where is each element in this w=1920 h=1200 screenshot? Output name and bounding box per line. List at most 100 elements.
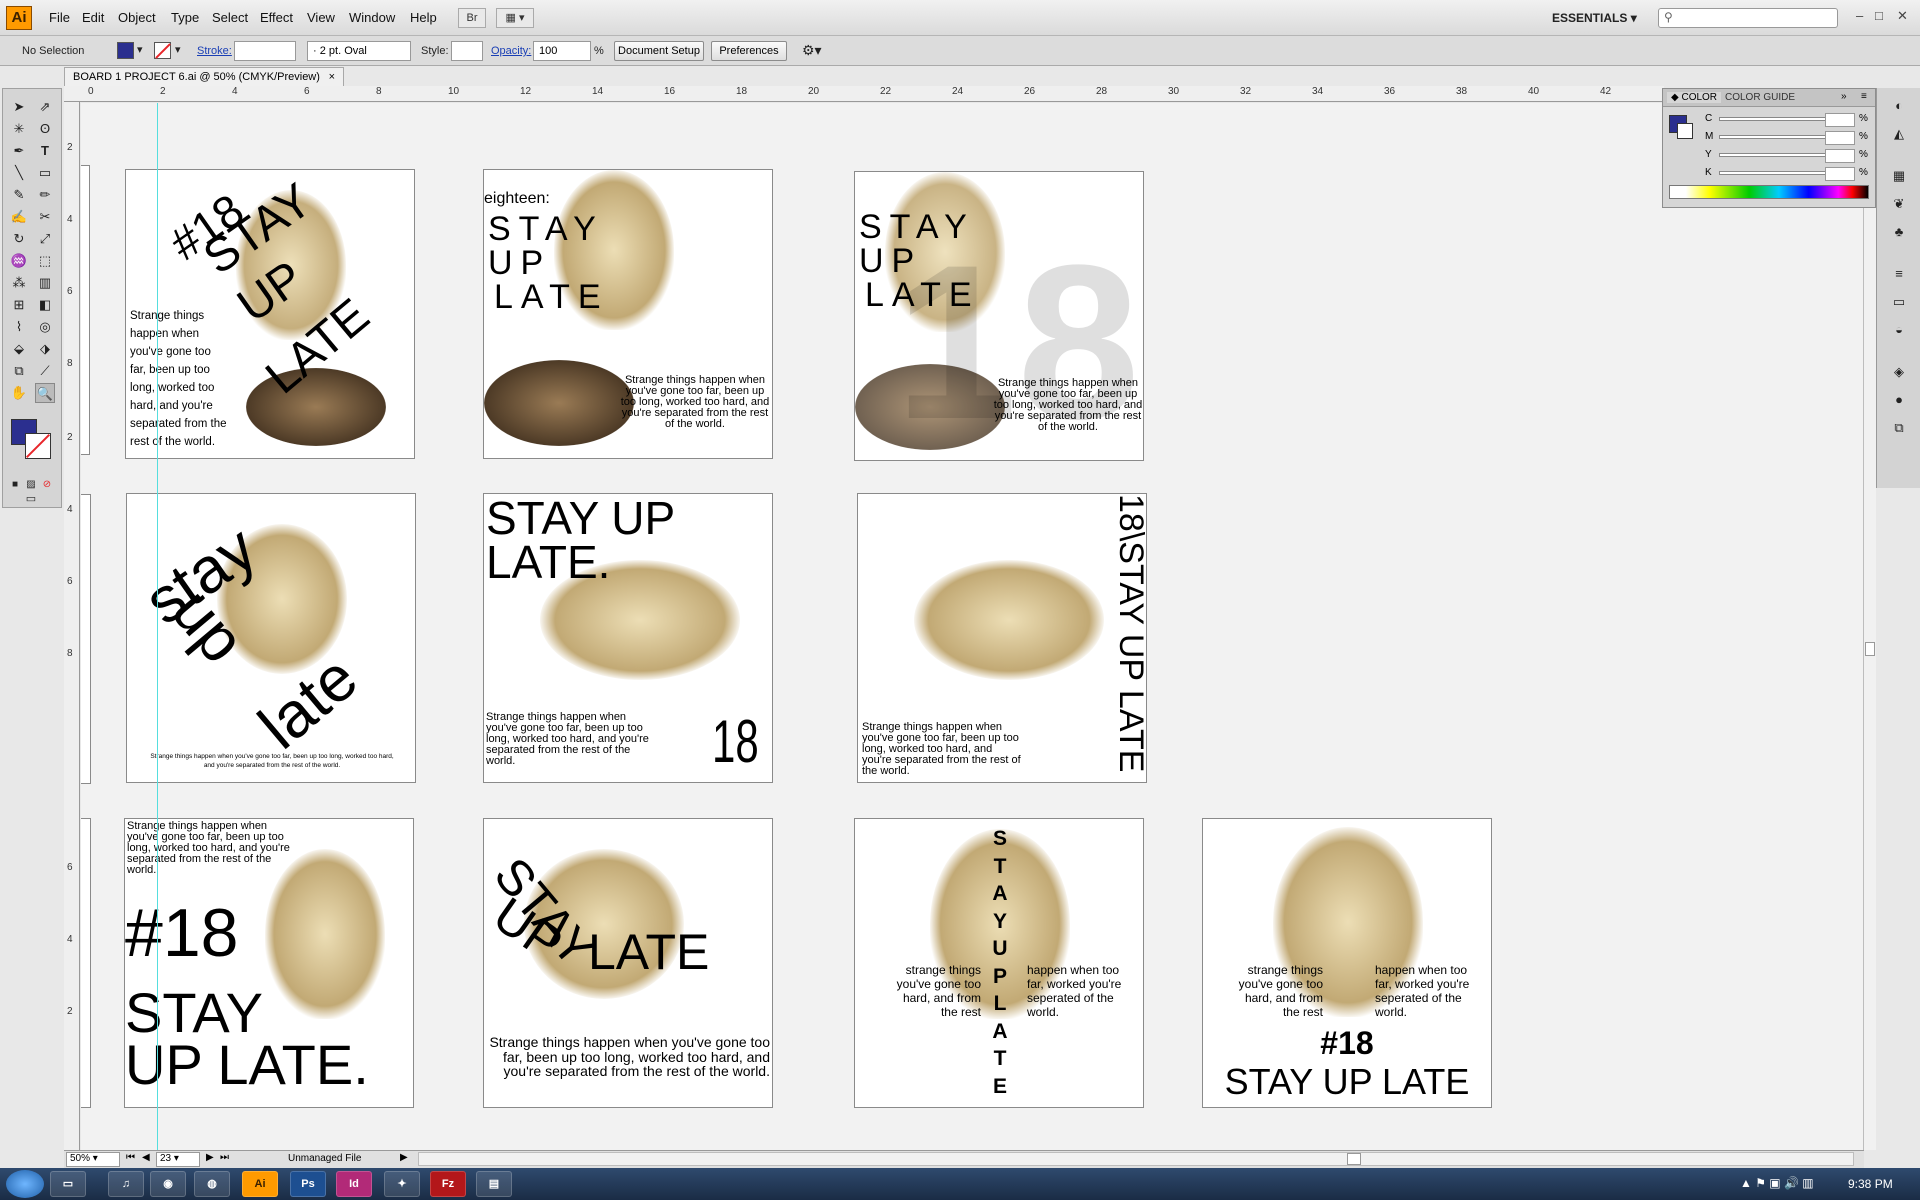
artboard-9[interactable]: S T A Y U P L A T E strange things you'v… bbox=[854, 818, 1144, 1108]
menu-effect[interactable]: Effect bbox=[260, 10, 293, 25]
file-status[interactable]: Unmanaged File bbox=[288, 1153, 361, 1164]
collapse-icon[interactable]: » bbox=[1841, 91, 1847, 102]
tray-icons[interactable]: ▲ ⚑ ▣ 🔊 ▥ bbox=[1740, 1176, 1814, 1190]
blend-tool-icon[interactable]: ◎ bbox=[35, 317, 55, 337]
chevron-down-icon[interactable]: ▾ bbox=[137, 43, 143, 56]
taskbar-firefox-icon[interactable]: ◍ bbox=[194, 1171, 230, 1197]
menu-help[interactable]: Help bbox=[410, 10, 437, 25]
brush-definition-select[interactable]: · 2 pt. Oval bbox=[307, 41, 411, 61]
scroll-thumb[interactable] bbox=[1347, 1153, 1361, 1165]
mesh-tool-icon[interactable]: ⊞ bbox=[9, 295, 29, 315]
color-panel-icon[interactable]: ◐ bbox=[1889, 96, 1909, 116]
status-menu-icon[interactable]: ▶ bbox=[400, 1152, 408, 1163]
transparency-icon[interactable]: ◒ bbox=[1889, 320, 1909, 340]
vertical-scrollbar[interactable] bbox=[1863, 102, 1876, 1150]
symbols-icon[interactable]: ♣ bbox=[1889, 222, 1909, 242]
taskbar-folder-icon[interactable]: ▤ bbox=[476, 1171, 512, 1197]
artboard-7[interactable]: Strange things happen when you've gone t… bbox=[124, 818, 414, 1108]
menu-select[interactable]: Select bbox=[212, 10, 248, 25]
scissors-tool-icon[interactable]: ✂ bbox=[35, 207, 55, 227]
selection-tool-icon[interactable]: ➤ bbox=[9, 97, 29, 117]
vertical-guide[interactable] bbox=[157, 103, 158, 1150]
artboard-partial[interactable] bbox=[81, 494, 91, 784]
graph-tool-icon[interactable]: ▥ bbox=[35, 273, 55, 293]
channel-c-field[interactable] bbox=[1825, 113, 1855, 127]
color-spectrum[interactable] bbox=[1669, 185, 1869, 199]
pencil-tool-icon[interactable]: ✏ bbox=[35, 185, 55, 205]
channel-m-slider[interactable] bbox=[1719, 135, 1837, 139]
close-icon[interactable]: ✕ bbox=[1897, 8, 1908, 24]
vertical-ruler[interactable]: 2 4 6 8 2 4 6 8 6 4 2 bbox=[64, 102, 80, 1150]
taskbar-indesign[interactable]: Id bbox=[336, 1171, 372, 1197]
hand-tool-icon[interactable]: ✋ bbox=[9, 383, 29, 403]
paintbrush-tool-icon[interactable]: ✎ bbox=[9, 185, 29, 205]
chevron-down-icon[interactable]: ▾ bbox=[175, 43, 181, 56]
symbol-sprayer-tool-icon[interactable]: ⁂ bbox=[9, 273, 29, 293]
rotate-tool-icon[interactable]: ↻ bbox=[9, 229, 29, 249]
minimize-icon[interactable]: – bbox=[1856, 8, 1863, 23]
horizontal-ruler[interactable]: 0 2 4 6 8 10 12 14 16 18 20 22 24 26 28 … bbox=[64, 86, 1664, 102]
channel-m-field[interactable] bbox=[1825, 131, 1855, 145]
taskbar-explorer-icon[interactable]: ▭ bbox=[50, 1171, 86, 1197]
swatches-icon[interactable]: ▦ bbox=[1889, 166, 1909, 186]
menu-type[interactable]: Type bbox=[171, 10, 199, 25]
document-tab[interactable]: BOARD 1 PROJECT 6.ai @ 50% (CMYK/Preview… bbox=[64, 67, 344, 86]
isolate-icon[interactable]: ⚙▾ bbox=[802, 42, 822, 59]
first-artboard-icon[interactable]: ⏮ bbox=[126, 1152, 135, 1163]
horizontal-scrollbar[interactable] bbox=[418, 1152, 1854, 1166]
menu-file[interactable]: File bbox=[49, 10, 70, 25]
free-transform-tool-icon[interactable]: ⬚ bbox=[35, 251, 55, 271]
zoom-tool-icon[interactable]: 🔍 bbox=[35, 383, 55, 403]
screen-mode-icon[interactable]: ▭ bbox=[21, 489, 41, 509]
stroke-label[interactable]: Stroke: bbox=[197, 45, 232, 57]
channel-c-slider[interactable] bbox=[1719, 117, 1837, 121]
graphic-styles-icon[interactable]: ● bbox=[1889, 390, 1909, 410]
opacity-field[interactable]: 100 bbox=[533, 41, 591, 61]
close-tab-icon[interactable]: × bbox=[329, 68, 335, 86]
taskbar-photoshop[interactable]: Ps bbox=[290, 1171, 326, 1197]
taskbar-app-icon[interactable]: ✦ bbox=[384, 1171, 420, 1197]
gradient-panel-icon[interactable]: ▭ bbox=[1889, 292, 1909, 312]
canvas[interactable]: #18 STAY UP LATE Strange things happen w… bbox=[81, 103, 1865, 1150]
menu-edit[interactable]: Edit bbox=[82, 10, 104, 25]
artboard-5[interactable]: STAY UP LATE. Strange things happen when… bbox=[483, 493, 773, 783]
scroll-thumb[interactable] bbox=[1865, 642, 1875, 656]
scale-tool-icon[interactable]: ⤢ bbox=[35, 229, 55, 249]
line-tool-icon[interactable]: ╲ bbox=[9, 163, 29, 183]
menu-window[interactable]: Window bbox=[349, 10, 395, 25]
appearance-icon[interactable]: ◈ bbox=[1889, 362, 1909, 382]
brushes-icon[interactable]: ❦ bbox=[1889, 194, 1909, 214]
color-guide-icon[interactable]: ◭ bbox=[1889, 124, 1909, 144]
lasso-tool-icon[interactable]: ʘ bbox=[35, 119, 55, 139]
arrange-documents-button[interactable]: ▦ ▾ bbox=[496, 8, 534, 28]
menu-view[interactable]: View bbox=[307, 10, 335, 25]
taskbar-illustrator[interactable]: Ai bbox=[242, 1171, 278, 1197]
panel-stroke-swatch[interactable] bbox=[1677, 123, 1693, 139]
graphic-style-select[interactable] bbox=[451, 41, 483, 61]
taskbar-media-icon[interactable]: ♫ bbox=[108, 1171, 144, 1197]
artboard-6[interactable]: 18\STAY UP LATE Strange things happen wh… bbox=[857, 493, 1147, 783]
document-setup-button[interactable]: Document Setup bbox=[614, 41, 704, 61]
zoom-select[interactable]: 50% ▾ bbox=[66, 1152, 120, 1167]
artboard-tool-icon[interactable]: ⧉ bbox=[9, 361, 29, 381]
workspace-switcher[interactable]: ESSENTIALS ▾ bbox=[1552, 11, 1637, 25]
taskbar-filezilla[interactable]: Fz bbox=[430, 1171, 466, 1197]
stroke-panel-icon[interactable]: ≡ bbox=[1889, 264, 1909, 284]
type-tool-icon[interactable]: T bbox=[35, 141, 55, 161]
clock[interactable]: 9:38 PM bbox=[1848, 1177, 1893, 1191]
fill-swatch[interactable] bbox=[117, 42, 134, 59]
preferences-button[interactable]: Preferences bbox=[711, 41, 787, 61]
last-artboard-icon[interactable]: ⏭ bbox=[220, 1152, 229, 1163]
stroke-color-box[interactable] bbox=[25, 433, 51, 459]
direct-selection-tool-icon[interactable]: ⇗ bbox=[35, 97, 55, 117]
warp-tool-icon[interactable]: ♒ bbox=[9, 251, 29, 271]
layers-icon[interactable]: ⧉ bbox=[1889, 418, 1909, 438]
rectangle-tool-icon[interactable]: ▭ bbox=[35, 163, 55, 183]
gradient-tool-icon[interactable]: ◧ bbox=[35, 295, 55, 315]
artboard-2[interactable]: eighteen: STAY UP LATE Strange things ha… bbox=[483, 169, 773, 459]
next-artboard-icon[interactable]: ▶ bbox=[206, 1152, 214, 1163]
tab-color-guide[interactable]: COLOR GUIDE bbox=[1725, 92, 1795, 103]
tab-color[interactable]: ◆ COLOR bbox=[1667, 92, 1722, 103]
menu-object[interactable]: Object bbox=[118, 10, 156, 25]
channel-y-slider[interactable] bbox=[1719, 153, 1837, 157]
